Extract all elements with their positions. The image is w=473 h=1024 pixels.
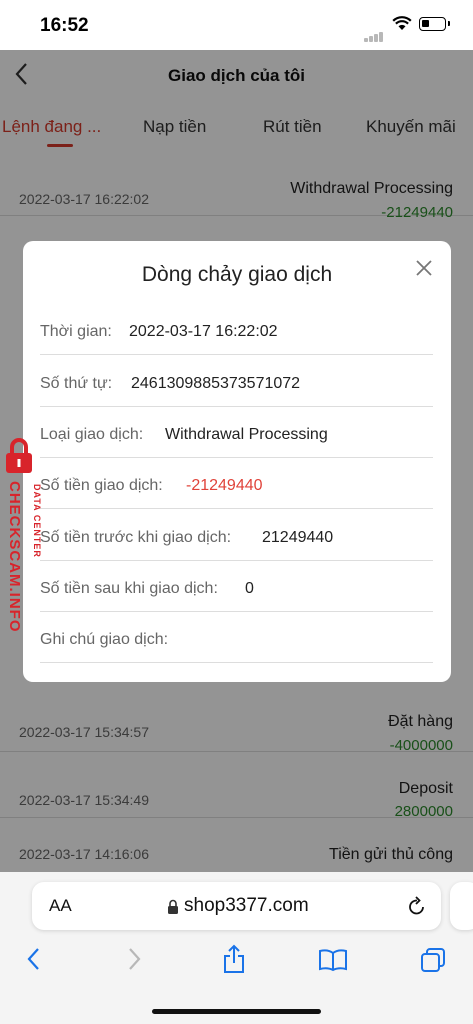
field-note: Ghi chú giao dịch: xyxy=(40,611,433,663)
home-indicator xyxy=(152,1009,321,1014)
field-label: Số tiền trước khi giao dịch: xyxy=(40,529,232,546)
status-time: 16:52 xyxy=(40,15,89,36)
field-balance-before: Số tiền trước khi giao dịch: 21249440 xyxy=(40,509,433,561)
field-time: Thời gian: 2022-03-17 16:22:02 xyxy=(40,303,433,355)
text-size-label: AA xyxy=(49,896,72,915)
field-value: 21249440 xyxy=(262,529,334,546)
tabs-icon[interactable] xyxy=(420,947,446,973)
share-icon[interactable] xyxy=(222,944,246,974)
close-icon[interactable] xyxy=(415,257,433,283)
url-text: shop3377.com xyxy=(184,895,309,916)
bookmarks-icon[interactable] xyxy=(318,948,348,972)
field-label: Số tiền giao dịch: xyxy=(40,477,163,494)
reload-icon[interactable] xyxy=(407,895,427,917)
field-balance-after: Số tiền sau khi giao dịch: 0 xyxy=(40,560,433,612)
field-label: Số thứ tự: xyxy=(40,375,113,392)
browser-toolbar: AA shop3377.com xyxy=(0,872,473,1024)
field-value: Withdrawal Processing xyxy=(165,426,328,443)
field-label: Loại giao dịch: xyxy=(40,426,144,443)
next-tab-preview[interactable] xyxy=(450,882,473,930)
status-bar: 16:52 xyxy=(0,0,473,50)
field-order-number: Số thứ tự: 2461309885373571072 xyxy=(40,355,433,407)
back-nav-icon[interactable] xyxy=(25,946,41,972)
wifi-icon xyxy=(392,16,412,30)
forward-nav-icon[interactable] xyxy=(127,946,143,972)
field-label: Thời gian: xyxy=(40,323,112,340)
watermark-text-small: DATA CENTER xyxy=(32,484,42,558)
watermark: DATA CENTER CHECKSCAM.INFO xyxy=(2,437,44,665)
lock-icon xyxy=(168,899,178,914)
field-label: Số tiền sau khi giao dịch: xyxy=(40,580,218,597)
modal-title: Dòng chảy giao dịch xyxy=(141,263,333,286)
field-value: -21249440 xyxy=(186,477,263,494)
address-bar[interactable]: AA shop3377.com xyxy=(32,882,441,930)
field-transaction-amount: Số tiền giao dịch: -21249440 xyxy=(40,457,433,509)
battery-icon xyxy=(419,17,450,31)
watermark-text-large: CHECKSCAM.INFO xyxy=(6,481,23,633)
padlock-icon xyxy=(6,438,32,473)
field-value: 2022-03-17 16:22:02 xyxy=(129,323,278,340)
field-transaction-type: Loại giao dịch: Withdrawal Processing xyxy=(40,406,433,458)
transaction-detail-modal: Dòng chảy giao dịch Thời gian: 2022-03-1… xyxy=(23,241,451,682)
field-value: 0 xyxy=(245,580,254,597)
field-label: Ghi chú giao dịch: xyxy=(40,631,169,648)
field-value: 2461309885373571072 xyxy=(131,375,301,392)
text-size-button[interactable]: AA xyxy=(49,896,72,916)
signal-icon xyxy=(364,24,388,42)
